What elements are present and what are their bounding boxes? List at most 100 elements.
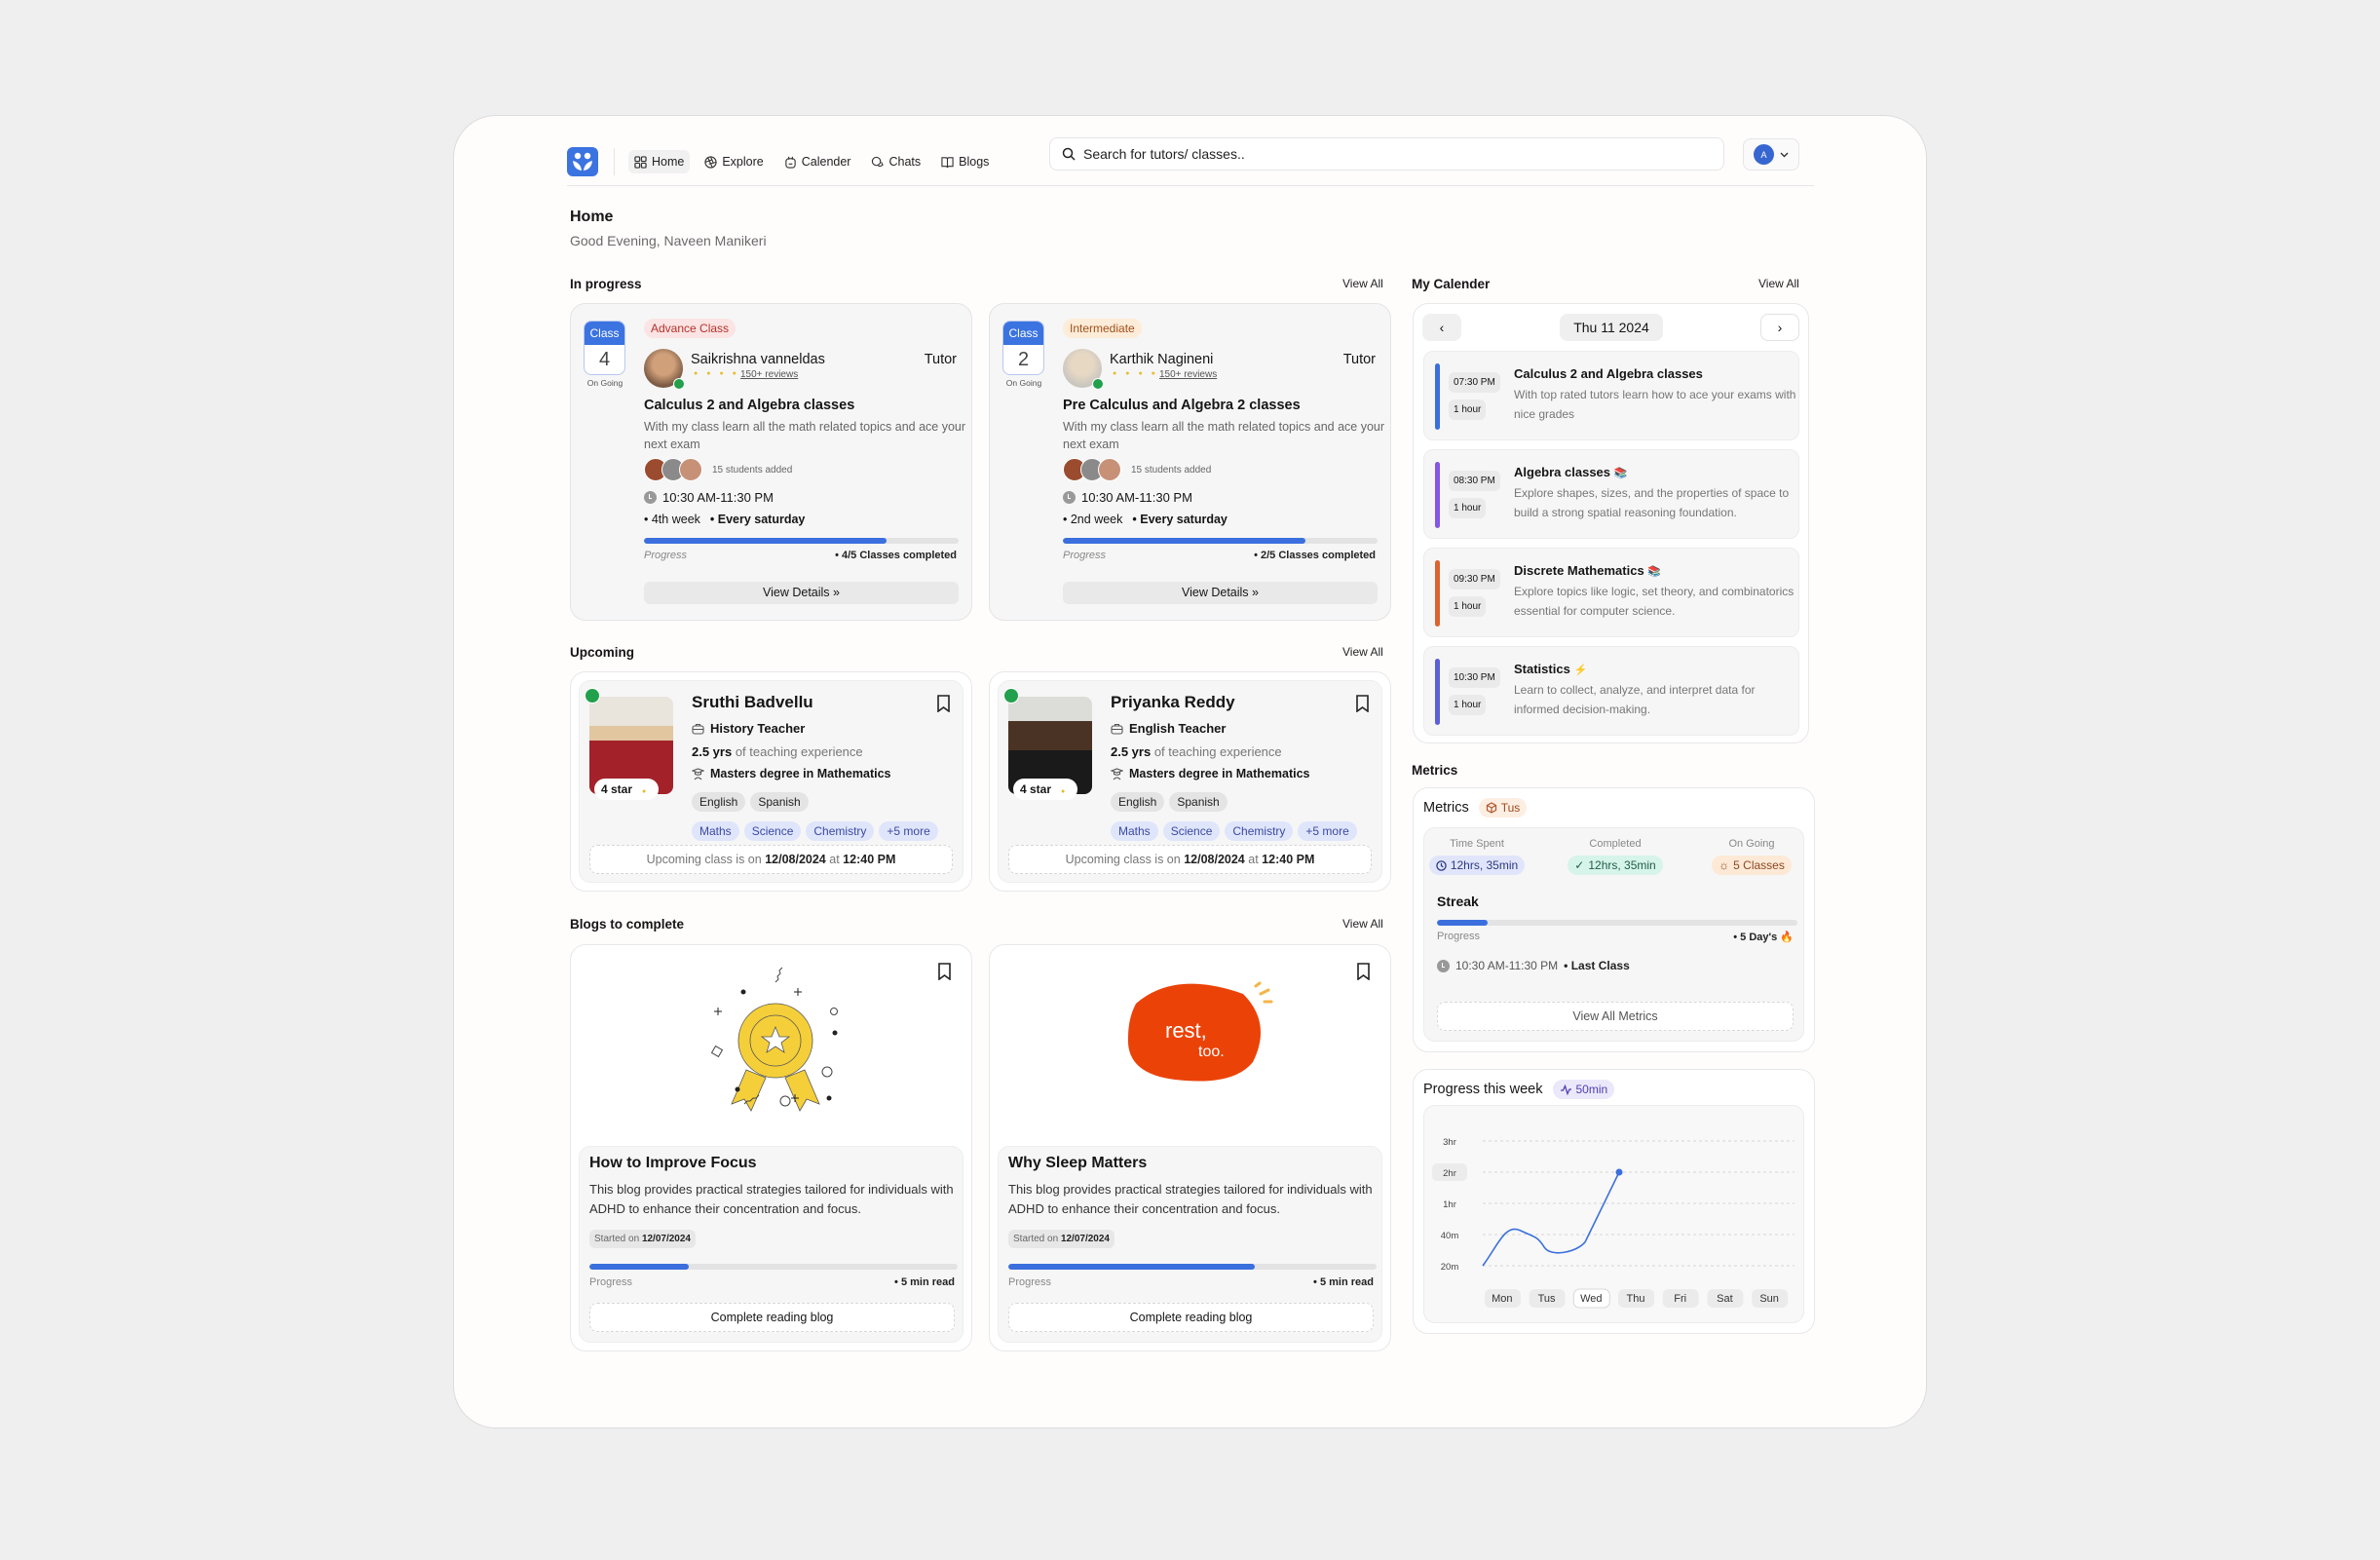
rest-too-illustration: rest, too.	[1127, 981, 1273, 1082]
tutor-name[interactable]: Priyanka Reddy	[1111, 693, 1235, 712]
blog-title[interactable]: Why Sleep Matters	[1008, 1155, 1147, 1172]
subject-tag[interactable]: Chemistry	[1225, 821, 1294, 841]
tutor-name[interactable]: Karthik Nagineni	[1110, 352, 1213, 367]
blogs-heading: Blogs to complete	[570, 917, 685, 932]
bookmark-icon[interactable]	[1356, 963, 1371, 980]
reviews-link[interactable]: 150+ reviews	[1159, 369, 1217, 380]
reviews-link[interactable]: 150+ reviews	[740, 369, 798, 380]
subject-tag[interactable]: Maths	[1111, 821, 1158, 841]
data-point[interactable]	[1615, 1168, 1623, 1176]
metrics-card: Metrics Tus Time Spent 12hrs, 35min Comp…	[1413, 787, 1815, 1052]
app-logo[interactable]	[567, 147, 598, 176]
complete-reading-button[interactable]: Complete reading blog	[1008, 1303, 1374, 1332]
event-time: 08:30 PM	[1449, 471, 1500, 491]
event-title: Discrete Mathematics 📚	[1514, 563, 1661, 578]
last-class-time: 10:30 AM-11:30 PM	[1455, 959, 1559, 972]
nav-chats-label: Chats	[888, 155, 922, 169]
nav-chats[interactable]: Chats	[865, 150, 926, 173]
subject-tag[interactable]: Science	[743, 821, 802, 841]
blog-image[interactable]	[688, 963, 863, 1133]
bookmark-icon[interactable]	[1355, 695, 1370, 712]
tutor-experience: 2.5 yrs of teaching experience	[692, 744, 863, 759]
nav-home[interactable]: Home	[628, 150, 691, 173]
tutor-card-inner: 4 star ● Priyanka Reddy English Teacher 2…	[998, 680, 1382, 883]
ongoing-value: ☼ 5 Classes	[1712, 856, 1792, 875]
view-details-button[interactable]: View Details »	[1063, 582, 1378, 604]
nav-blogs[interactable]: Blogs	[935, 150, 995, 173]
nav-explore[interactable]: Explore	[699, 150, 769, 173]
event-duration: 1 hour	[1449, 695, 1487, 715]
tutor-name[interactable]: Saikrishna vanneldas	[691, 352, 825, 367]
tutor-card: 4 star ● Sruthi Badvellu History Teacher …	[570, 671, 972, 892]
view-details-button[interactable]: View Details »	[644, 582, 959, 604]
upcoming-class-info: Upcoming class is on 12/08/2024 at 12:40…	[1008, 845, 1372, 874]
chevrons-right-icon: »	[833, 586, 840, 599]
time-spent-label: Time Spent	[1450, 838, 1504, 850]
experience-text: of teaching experience	[735, 744, 863, 759]
y-tick-label: 1hr	[1443, 1199, 1456, 1210]
view-all-metrics-button[interactable]: View All Metrics	[1437, 1002, 1794, 1031]
subject-tag[interactable]: Maths	[692, 821, 739, 841]
calendar-view-all[interactable]: View All	[1758, 277, 1799, 290]
day-badge[interactable]: Tus	[1478, 798, 1528, 818]
user-menu-button[interactable]: A	[1743, 138, 1799, 171]
search-input[interactable]: Search for tutors/ classes..	[1049, 137, 1724, 171]
class-progress-bar	[1063, 538, 1378, 544]
event-emoji-icon: 📚	[1613, 468, 1628, 479]
next-day-button[interactable]: ›	[1760, 314, 1799, 341]
class-description: With my class learn all the math related…	[644, 420, 966, 451]
class-time: 10:30 AM-11:30 PM	[1063, 490, 1192, 505]
event-duration: 1 hour	[1449, 498, 1487, 518]
blog-card: rest, too. Why Sleep Matters This blog p…	[989, 944, 1391, 1351]
calendar-event[interactable]: 08:30 PM 1 hour Algebra classes 📚 Explor…	[1423, 449, 1799, 539]
subject-tag[interactable]: Science	[1162, 821, 1221, 841]
calendar-event[interactable]: 09:30 PM 1 hour Discrete Mathematics 📚 E…	[1423, 548, 1799, 637]
bookmark-icon[interactable]	[936, 695, 951, 712]
blog-image[interactable]: rest, too.	[1097, 965, 1292, 1116]
metrics-heading: Metrics	[1412, 763, 1458, 778]
class-progress-bar	[644, 538, 959, 544]
blog-description: This blog provides practical strategies …	[1008, 1182, 1373, 1216]
upcoming-date: 12/08/2024	[1184, 853, 1245, 866]
progress-value: • 4/5 Classes completed	[835, 550, 957, 561]
metrics-header: Metrics Tus	[1423, 798, 1528, 818]
calendar-event[interactable]: 07:30 PM 1 hour Calculus 2 and Algebra c…	[1423, 351, 1799, 440]
verified-icon	[585, 688, 600, 704]
verified-icon	[1092, 378, 1104, 390]
tutor-name[interactable]: Sruthi Badvellu	[692, 693, 813, 712]
started-date: 12/07/2024	[1060, 1234, 1110, 1244]
upcoming-prefix: Upcoming class is on	[1065, 853, 1181, 866]
blog-title[interactable]: How to Improve Focus	[589, 1155, 757, 1172]
event-duration: 1 hour	[1449, 400, 1487, 420]
day-badge-label: Tus	[1500, 801, 1521, 815]
streak-progress-label: Progress	[1437, 931, 1481, 942]
upcoming-view-all[interactable]: View All	[1342, 645, 1383, 659]
in-progress-view-all[interactable]: View All	[1342, 277, 1383, 290]
completed-value: ✓ 12hrs, 35min	[1568, 856, 1663, 875]
blogs-view-all[interactable]: View All	[1342, 917, 1383, 931]
aperture-icon	[704, 155, 717, 169]
last-class-label: Last Class	[1570, 959, 1630, 972]
calendar-event[interactable]: 10:30 PM 1 hour Statistics ⚡ Learn to co…	[1423, 646, 1799, 736]
prev-day-button[interactable]: ‹	[1422, 314, 1461, 341]
class-card: Class 4 On Going Advance Class Saikrishn…	[570, 303, 972, 621]
upcoming-time: 12:40 PM	[1262, 853, 1315, 866]
bookmark-icon[interactable]	[937, 963, 952, 980]
time-spent-value: 12hrs, 35min	[1428, 856, 1526, 875]
nav-divider	[614, 148, 615, 175]
progress-value: • 2/5 Classes completed	[1254, 550, 1376, 561]
event-emoji-icon: 📚	[1647, 566, 1661, 578]
upcoming-at: at	[829, 853, 840, 866]
event-description: Explore shapes, sizes, and the propertie…	[1514, 486, 1790, 519]
nav-calender[interactable]: Calender	[778, 150, 857, 173]
subject-tag[interactable]: +5 more	[879, 821, 938, 841]
time-spent-stat: Time Spent 12hrs, 35min	[1428, 838, 1526, 876]
subject-tag[interactable]: +5 more	[1298, 821, 1357, 841]
tutor-card: 4 star ● Priyanka Reddy English Teacher 2…	[989, 671, 1391, 892]
rating-text: 4 star	[601, 782, 633, 796]
complete-reading-button[interactable]: Complete reading blog	[589, 1303, 955, 1332]
subject-tag[interactable]: Chemistry	[806, 821, 875, 841]
streak-value: • 5 Day's 🔥	[1733, 932, 1794, 943]
class-number-badge: Class 2	[1002, 321, 1044, 375]
graduation-icon	[692, 767, 704, 780]
